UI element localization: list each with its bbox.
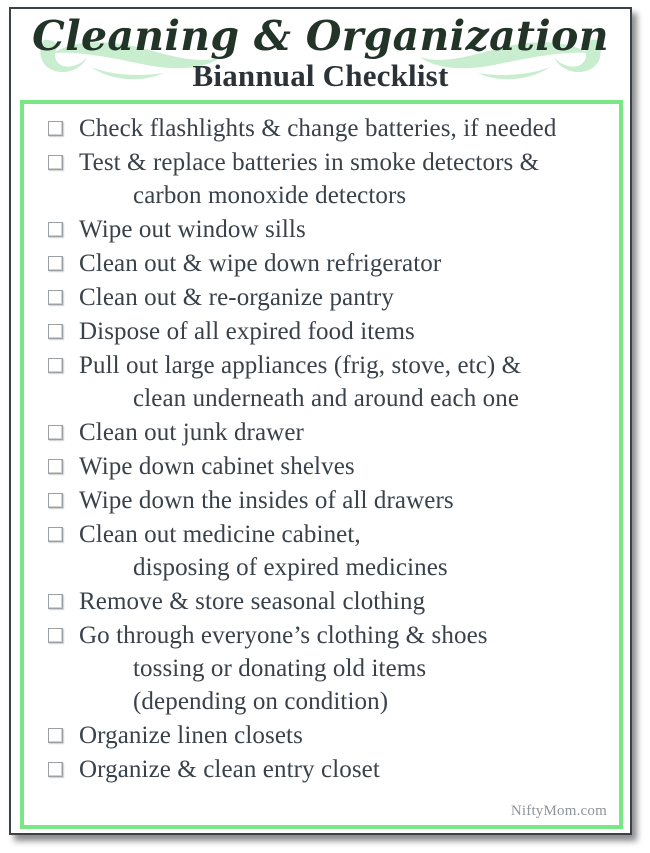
checklist-item[interactable]: Clean out junk drawer [48,416,604,449]
checklist-item-label: Wipe down the insides of all drawers [79,484,604,517]
item-line-primary: Remove & store seasonal clothing [79,588,426,615]
checkbox-icon[interactable] [48,628,63,643]
checklist-item-label: Wipe out window sills [79,213,604,246]
item-line-primary: Clean out & re-organize pantry [79,284,394,311]
checklist-item-label: Dispose of all expired food items [79,315,604,348]
item-line-primary: Wipe out window sills [79,216,306,243]
checkbox-icon[interactable] [48,493,63,508]
checklist-item[interactable]: Pull out large appliances (frig, stove, … [48,349,604,415]
checklist-item-label: Organize linen closets [79,719,604,752]
checkbox-icon[interactable] [48,256,63,271]
checkbox-icon[interactable] [48,155,63,170]
checklist-items: Check flashlights & change batteries, if… [48,112,604,787]
checklist-item[interactable]: Check flashlights & change batteries, if… [48,112,604,145]
checklist-item[interactable]: Organize linen closets [48,719,604,752]
checklist-panel: Check flashlights & change batteries, if… [20,100,623,829]
item-line-primary: Go through everyone’s clothing & shoes [79,622,488,649]
checkbox-icon[interactable] [48,121,63,136]
page-title-script: Cleaning & Organization [32,12,609,60]
checklist-item[interactable]: Go through everyone’s clothing & shoes to… [48,619,604,718]
item-line-primary: Dispose of all expired food items [79,318,415,345]
item-line-continuation: tossing or donating old items [133,655,427,682]
checklist-item[interactable]: Wipe down the insides of all drawers [48,484,604,517]
item-line-continuation: (depending on condition) [133,688,389,715]
checklist-item-label: Clean out & wipe down refrigerator [79,247,604,280]
item-line-primary: Wipe down cabinet shelves [79,453,355,480]
checkbox-icon[interactable] [48,358,63,373]
item-line-primary: Check flashlights & change batteries, if… [79,115,557,142]
page-title-subtitle: Biannual Checklist [192,58,449,93]
page-header: Cleaning & Organization Biannual Checkli… [11,9,630,95]
checklist-item[interactable]: Clean out medicine cabinet, disposing of … [48,518,604,584]
checkbox-icon[interactable] [48,290,63,305]
item-line-primary: Clean out & wipe down refrigerator [79,250,442,277]
item-line-primary: Organize linen closets [79,722,303,749]
checkbox-icon[interactable] [48,222,63,237]
checklist-item[interactable]: Wipe out window sills [48,213,604,246]
checklist-item-label: Organize & clean entry closet [79,753,604,786]
checklist-item[interactable]: Wipe down cabinet shelves [48,450,604,483]
checkbox-icon[interactable] [48,728,63,743]
checkbox-icon[interactable] [48,324,63,339]
checkbox-icon[interactable] [48,762,63,777]
item-line-continuation: clean underneath and around each one [133,385,520,412]
checklist-page: Cleaning & Organization Biannual Checkli… [0,0,650,853]
checklist-item-label: Clean out medicine cabinet, disposing of … [79,518,604,584]
checklist-item[interactable]: Clean out & re-organize pantry [48,281,604,314]
checkbox-icon[interactable] [48,527,63,542]
checklist-item-label: Go through everyone’s clothing & shoes to… [79,619,604,718]
checklist-item-label: Clean out & re-organize pantry [79,281,604,314]
checklist-item-label: Remove & store seasonal clothing [79,585,604,618]
checklist-item[interactable]: Clean out & wipe down refrigerator [48,247,604,280]
checklist-item-label: Test & replace batteries in smoke detect… [79,146,604,212]
footer-credit: NiftyMom.com [510,803,607,819]
checklist-item[interactable]: Remove & store seasonal clothing [48,585,604,618]
checkbox-icon[interactable] [48,425,63,440]
checkbox-icon[interactable] [48,459,63,474]
item-line-primary: Organize & clean entry closet [79,756,380,783]
checklist-item[interactable]: Dispose of all expired food items [48,315,604,348]
item-line-continuation: disposing of expired medicines [133,554,448,581]
checklist-item-label: Pull out large appliances (frig, stove, … [79,349,604,415]
item-line-continuation: carbon monoxide detectors [133,182,407,209]
item-line-primary: Test & replace batteries in smoke detect… [79,149,540,176]
item-line-primary: Clean out medicine cabinet, [79,521,361,548]
item-line-primary: Wipe down the insides of all drawers [79,487,454,514]
checklist-item-label: Wipe down cabinet shelves [79,450,604,483]
item-line-primary: Clean out junk drawer [79,419,304,446]
checklist-item[interactable]: Test & replace batteries in smoke detect… [48,146,604,212]
checklist-item-label: Check flashlights & change batteries, if… [79,112,604,145]
item-line-primary: Pull out large appliances (frig, stove, … [79,352,522,379]
checklist-item-label: Clean out junk drawer [79,416,604,449]
checkbox-icon[interactable] [48,594,63,609]
checklist-item[interactable]: Organize & clean entry closet [48,753,604,786]
